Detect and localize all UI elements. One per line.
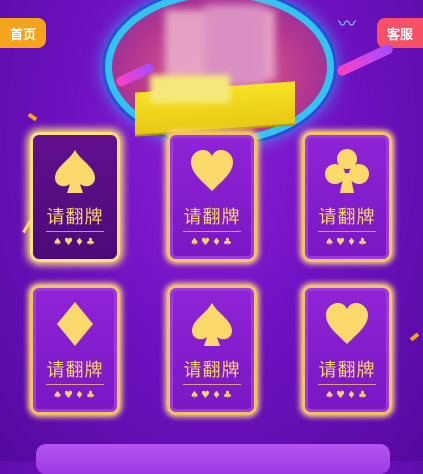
confetti-piece	[27, 112, 38, 122]
card-label: 请翻牌	[46, 207, 104, 228]
card-suit-row: ♠♥♦♣	[325, 390, 369, 401]
heart-icon	[323, 300, 371, 348]
flip-card-2[interactable]: 请翻牌 ♠♥♦♣	[167, 132, 257, 262]
diamond-icon	[51, 300, 99, 348]
decor-streak	[335, 42, 395, 78]
heart-icon	[188, 147, 236, 195]
card-divider	[183, 231, 241, 232]
card-suit-row: ♠♥♦♣	[53, 390, 97, 401]
spade-icon	[188, 300, 236, 348]
home-button[interactable]: 首页	[0, 18, 47, 48]
card-label: 请翻牌	[183, 207, 241, 228]
pixelated-title-region-2	[205, 5, 265, 85]
flip-card-1[interactable]: 请翻牌 ♠♥♦♣	[30, 132, 120, 262]
flip-card-3[interactable]: 请翻牌 ♠♥♦♣	[302, 132, 392, 262]
card-divider	[318, 231, 376, 232]
flip-card-5[interactable]: 请翻牌 ♠♥♦♣	[167, 285, 257, 415]
flip-card-4[interactable]: 请翻牌 ♠♥♦♣	[30, 285, 120, 415]
customer-service-button[interactable]: 客服	[376, 18, 423, 48]
wave-decoration-icon: 〰	[338, 14, 356, 35]
card-label: 请翻牌	[46, 360, 104, 381]
pixelated-ribbon-text	[150, 75, 230, 103]
card-label: 请翻牌	[183, 360, 241, 381]
flip-card-6[interactable]: 请翻牌 ♠♥♦♣	[302, 285, 392, 415]
card-label: 请翻牌	[318, 360, 376, 381]
card-label: 请翻牌	[318, 207, 376, 228]
club-icon	[323, 147, 371, 195]
confetti-piece	[409, 332, 420, 342]
spade-icon	[51, 147, 99, 195]
card-divider	[46, 384, 104, 385]
card-suit-row: ♠♥♦♣	[53, 237, 97, 248]
bottom-panel	[36, 444, 390, 474]
card-suit-row: ♠♥♦♣	[190, 390, 234, 401]
card-divider	[46, 231, 104, 232]
card-suit-row: ♠♥♦♣	[325, 237, 369, 248]
card-divider	[318, 384, 376, 385]
card-suit-row: ♠♥♦♣	[190, 237, 234, 248]
card-divider	[183, 384, 241, 385]
